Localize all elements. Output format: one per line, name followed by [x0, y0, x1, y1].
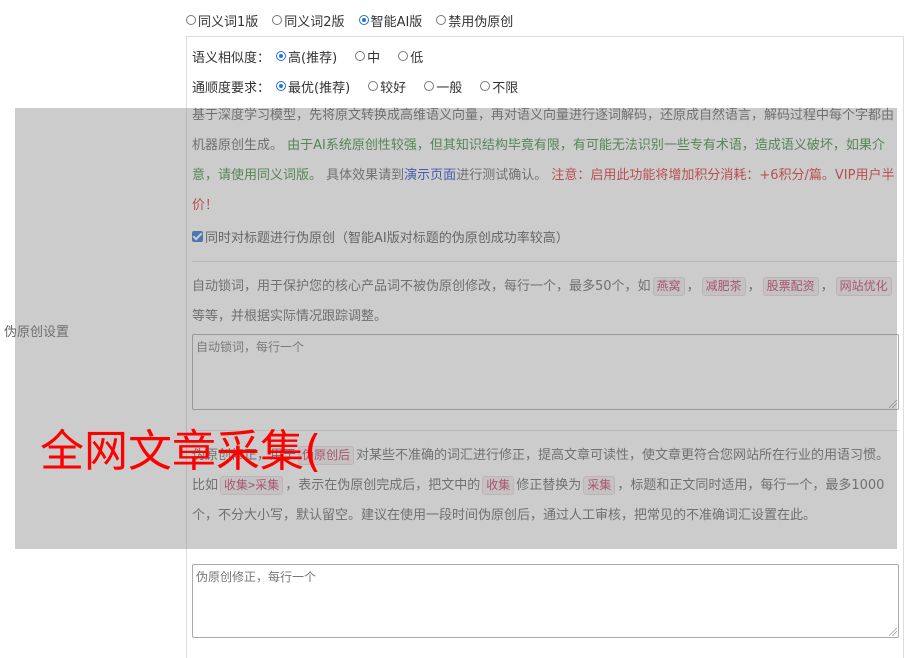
mode-option-label: 禁用伪原创: [448, 14, 514, 30]
correction-textarea[interactable]: 伪原创修正，每行一个: [192, 564, 899, 638]
fluency-option-label: 较好: [380, 80, 407, 96]
fluency-option-good[interactable]: 较好: [368, 77, 406, 96]
similarity-row: 语义相似度： 高(推荐) 中 低: [192, 46, 441, 66]
radio-icon[interactable]: [436, 15, 447, 25]
similarity-option-label: 中: [367, 50, 381, 66]
resize-handle-icon[interactable]: [889, 628, 897, 636]
radio-icon[interactable]: [368, 81, 379, 91]
mode-radio-group: 同义词1版 同义词2版 智能AI版 禁用伪原创: [186, 10, 527, 30]
mode-option-synonym-2[interactable]: 同义词2版: [272, 11, 345, 30]
fluency-option-average[interactable]: 一般: [424, 77, 462, 96]
radio-selected-icon[interactable]: [276, 81, 287, 91]
mode-option-label: 智能AI版: [370, 14, 423, 30]
correction-placeholder: 伪原创修正，每行一个: [196, 570, 317, 584]
mode-option-disable[interactable]: 禁用伪原创: [436, 11, 513, 30]
fluency-option-label: 不限: [492, 80, 519, 96]
fluency-option-best[interactable]: 最优(推荐): [276, 77, 350, 96]
radio-selected-icon[interactable]: [276, 51, 287, 61]
radio-icon[interactable]: [480, 81, 491, 91]
radio-icon[interactable]: [186, 15, 196, 25]
similarity-option-high[interactable]: 高(推荐): [276, 47, 337, 66]
fluency-label: 通顺度要求：: [192, 80, 271, 96]
radio-selected-icon[interactable]: [358, 15, 369, 25]
similarity-label: 语义相似度：: [192, 50, 271, 66]
watermark-text: 全网文章采集(: [40, 426, 322, 477]
grey-overlay: [15, 108, 897, 549]
radio-icon[interactable]: [272, 15, 283, 25]
similarity-option-label: 高(推荐): [288, 50, 338, 66]
mode-option-ai[interactable]: 智能AI版: [358, 11, 423, 30]
mode-option-synonym-1[interactable]: 同义词1版: [186, 11, 258, 30]
radio-icon[interactable]: [424, 81, 435, 91]
similarity-option-label: 低: [410, 50, 424, 66]
similarity-option-low[interactable]: 低: [398, 47, 423, 66]
fluency-option-label: 最优(推荐): [288, 80, 351, 96]
mode-option-label: 同义词2版: [284, 14, 345, 30]
radio-icon[interactable]: [398, 51, 409, 61]
fluency-option-label: 一般: [436, 80, 463, 96]
similarity-option-medium[interactable]: 中: [355, 47, 380, 66]
fluency-row: 通顺度要求： 最优(推荐) 较好 一般 不限: [192, 76, 536, 96]
fluency-option-unlimited[interactable]: 不限: [480, 77, 518, 96]
mode-option-label: 同义词1版: [198, 14, 259, 30]
radio-icon[interactable]: [355, 51, 366, 61]
